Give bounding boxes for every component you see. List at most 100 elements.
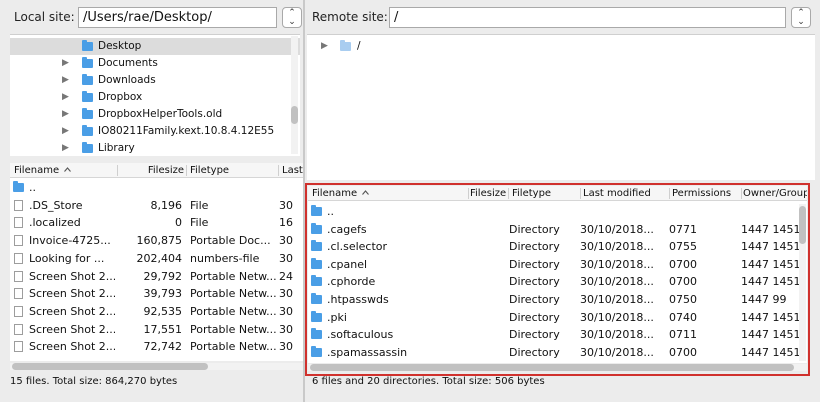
local-directory-tree[interactable]: Desktop ▶ Documents ▶ Downloads ▶ Dropbox ▶ Drop… xyxy=(10,34,300,156)
table-row[interactable]: Screen Shot 2... 92,535 Portable Netw... 30 xyxy=(10,303,304,320)
tree-item-label: Documents xyxy=(98,57,158,69)
local-path-dropdown[interactable]: ⌃ ⌄ xyxy=(282,7,302,28)
tree-item[interactable]: ▶ Documents xyxy=(10,55,300,72)
remote-path-input[interactable]: / xyxy=(389,7,786,28)
tree-item[interactable]: ▶ IO80211Family.kext.10.8.4.12E55 xyxy=(10,123,300,140)
disclosure-triangle-icon[interactable]: ▶ xyxy=(62,55,69,72)
remote-col-filesize[interactable]: Filesize xyxy=(470,186,506,201)
tree-item[interactable]: Desktop xyxy=(10,38,300,55)
column-separator[interactable] xyxy=(741,188,742,199)
file-last-modified: 30/10/2018... xyxy=(580,328,654,342)
table-row[interactable]: .cphorde Directory 30/10/2018... 0700 1447 1… xyxy=(308,273,807,290)
remote-directory-tree[interactable]: ▶ / xyxy=(307,34,815,180)
file-last-modified: 30 xyxy=(279,304,293,318)
table-row[interactable]: .softaculous Directory 30/10/2018... 0711 14… xyxy=(308,326,807,343)
local-list-hscroll-thumb[interactable] xyxy=(12,363,208,370)
table-row[interactable]: Screen Shot 2... 39,793 Portable Netw... 30 xyxy=(10,285,304,302)
file-type: Directory xyxy=(509,240,560,254)
file-type: Portable Netw... xyxy=(190,304,276,318)
file-owner-group: 1447 99 xyxy=(741,293,787,306)
column-separator[interactable] xyxy=(117,165,118,176)
column-separator[interactable] xyxy=(278,165,279,176)
local-col-last-modified[interactable]: Last xyxy=(282,163,304,178)
table-row[interactable]: .cagefs Directory 30/10/2018... 0771 1447 14… xyxy=(308,221,807,238)
file-type xyxy=(190,179,276,196)
file-name: Looking for ... xyxy=(29,251,105,265)
remote-list-vscroll-thumb[interactable] xyxy=(799,206,806,244)
file-last-modified: 30 xyxy=(279,322,293,336)
table-row[interactable]: Invoice-4725... 160,875 Portable Doc... 30 xyxy=(10,232,304,249)
remote-file-list[interactable]: Filename Filesize Filetype Last modified… xyxy=(308,186,807,363)
remote-path-dropdown[interactable]: ⌃ ⌄ xyxy=(791,7,811,28)
local-col-filesize[interactable]: Filesize xyxy=(120,163,184,178)
remote-col-owner-group[interactable]: Owner/Group xyxy=(743,186,807,201)
tree-item-label: DropboxHelperTools.old xyxy=(98,108,223,120)
table-row[interactable]: .cl.selector Directory 30/10/2018... 0755 14… xyxy=(308,238,807,255)
tree-item[interactable]: ▶ Dropbox xyxy=(10,89,300,106)
table-row[interactable]: Looking for ... 202,404 numbers-file 30 xyxy=(10,250,304,267)
table-row[interactable]: .localized 0 File 16 xyxy=(10,214,304,231)
column-separator[interactable] xyxy=(186,165,187,176)
file-type: Portable Netw... xyxy=(190,322,276,336)
disclosure-triangle-icon[interactable]: ▶ xyxy=(62,72,69,89)
local-site-label: Local site: xyxy=(14,10,75,24)
remote-col-filetype[interactable]: Filetype xyxy=(512,186,578,201)
folder-icon xyxy=(311,257,322,269)
file-size xyxy=(120,179,182,196)
local-file-list[interactable]: Filename Filesize Filetype Last .. .DS_St… xyxy=(10,163,304,361)
file-name: .spamassassin xyxy=(327,345,408,359)
table-row[interactable]: .pki Directory 30/10/2018... 0740 1447 1451 xyxy=(308,309,807,326)
disclosure-triangle-icon[interactable]: ▶ xyxy=(321,38,328,55)
tree-item-label: IO80211Family.kext.10.8.4.12E55 xyxy=(98,125,275,137)
remote-col-last-modified[interactable]: Last modified xyxy=(583,186,667,201)
column-separator[interactable] xyxy=(508,188,509,199)
file-name: .. xyxy=(327,205,334,218)
disclosure-triangle-icon[interactable]: ▶ xyxy=(62,140,69,156)
local-tree-scroll-thumb[interactable] xyxy=(291,106,298,124)
column-separator[interactable] xyxy=(669,188,670,199)
file-type: numbers-file xyxy=(190,251,260,265)
column-separator[interactable] xyxy=(580,188,581,199)
column-separator[interactable] xyxy=(468,188,469,199)
file-icon xyxy=(14,235,23,247)
local-col-filetype[interactable]: Filetype xyxy=(190,163,276,178)
remote-list-hscroll-thumb[interactable] xyxy=(310,364,794,371)
table-row[interactable]: .. xyxy=(308,203,807,220)
tree-item[interactable]: ▶ Downloads xyxy=(10,72,300,89)
tree-item-label: / xyxy=(357,40,361,52)
up-down-chevron-icon: ⌃ ⌄ xyxy=(288,8,296,27)
remote-list-hscrollbar[interactable] xyxy=(308,364,807,371)
table-row[interactable]: Screen Shot 2... 29,792 Portable Netw... 24 xyxy=(10,268,304,285)
file-name: .htpasswds xyxy=(327,293,389,306)
file-permissions: 0700 xyxy=(669,345,697,359)
local-col-filename[interactable]: Filename xyxy=(14,163,114,178)
file-permissions: 0750 xyxy=(669,293,697,306)
table-row[interactable]: Screen Shot 2... 17,551 Portable Netw... 30 xyxy=(10,321,304,338)
tree-item[interactable]: ▶ / xyxy=(307,38,815,55)
local-tree-scrollbar[interactable] xyxy=(291,36,298,154)
tree-item[interactable]: ▶ DropboxHelperTools.old xyxy=(10,106,300,123)
file-name: .pki xyxy=(327,310,347,324)
file-icon xyxy=(14,270,23,282)
table-row[interactable]: .cpanel Directory 30/10/2018... 0700 1447 14… xyxy=(308,256,807,273)
table-row[interactable]: Screen Shot 2... 72,742 Portable Netw... 30 xyxy=(10,338,304,355)
table-row[interactable]: .htpasswds Directory 30/10/2018... 0750 1447… xyxy=(308,291,807,308)
remote-col-permissions[interactable]: Permissions xyxy=(672,186,740,201)
remote-list-vscrollbar[interactable] xyxy=(799,204,806,361)
folder-icon xyxy=(82,57,93,68)
file-permissions: 0771 xyxy=(669,222,697,236)
file-last-modified: 30/10/2018... xyxy=(580,310,654,324)
file-type: Portable Netw... xyxy=(190,340,276,354)
disclosure-triangle-icon[interactable]: ▶ xyxy=(62,106,69,123)
table-row[interactable]: .DS_Store 8,196 File 30 xyxy=(10,197,304,214)
local-list-hscrollbar[interactable] xyxy=(10,363,304,370)
table-row[interactable]: .. xyxy=(10,179,304,196)
local-path-input[interactable]: /Users/rae/Desktop/ xyxy=(78,7,277,28)
remote-col-filename[interactable]: Filename xyxy=(312,186,462,201)
disclosure-triangle-icon[interactable]: ▶ xyxy=(62,123,69,140)
file-last-modified: 30/10/2018... xyxy=(580,345,654,359)
table-row[interactable]: .spamassassin Directory 30/10/2018... 0700 1… xyxy=(308,344,807,361)
disclosure-triangle-icon[interactable]: ▶ xyxy=(62,89,69,106)
tree-item[interactable]: ▶ Library xyxy=(10,140,300,156)
file-size: 92,535 xyxy=(143,304,183,318)
